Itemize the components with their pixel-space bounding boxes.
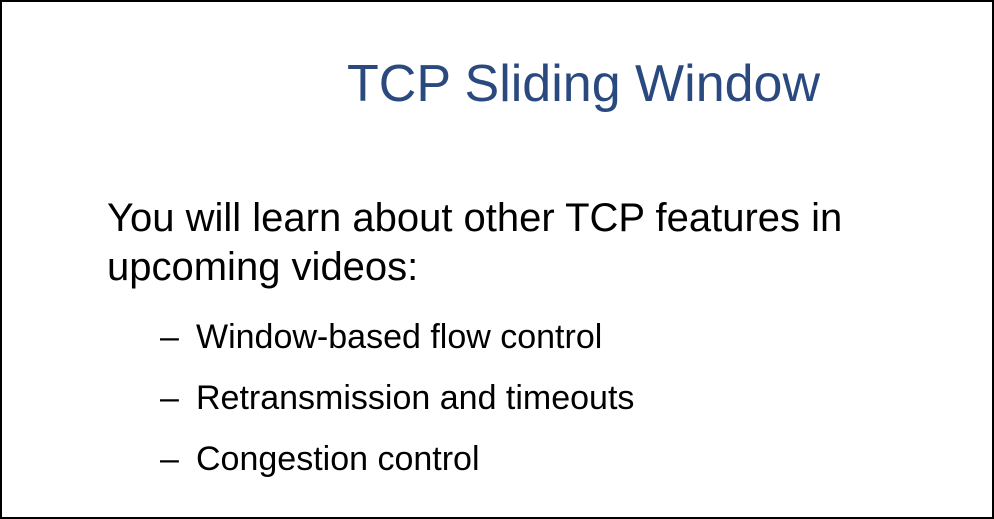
sub-bullet-text: Retransmission and timeouts <box>196 379 635 417</box>
main-point-text: You will learn about other TCP features … <box>107 196 843 289</box>
slide-title: TCP Sliding Window <box>347 55 821 113</box>
sub-bullet-item: – Retransmission and timeouts <box>160 381 634 442</box>
sub-bullet-text: Window-based flow control <box>196 318 603 356</box>
dash-bullet-marker: – <box>160 379 179 417</box>
sub-bullet-text: Congestion control <box>196 440 480 478</box>
sub-bullet-item: – Window-based flow control <box>160 320 634 381</box>
dash-bullet-marker: – <box>160 318 179 356</box>
slide: TCP Sliding Window You will learn about … <box>0 0 994 519</box>
dash-bullet-marker: – <box>160 440 179 478</box>
sub-bullet-item: – Congestion control <box>160 442 634 503</box>
sub-bullet-list: – Window-based flow control – Retransmis… <box>160 320 634 503</box>
